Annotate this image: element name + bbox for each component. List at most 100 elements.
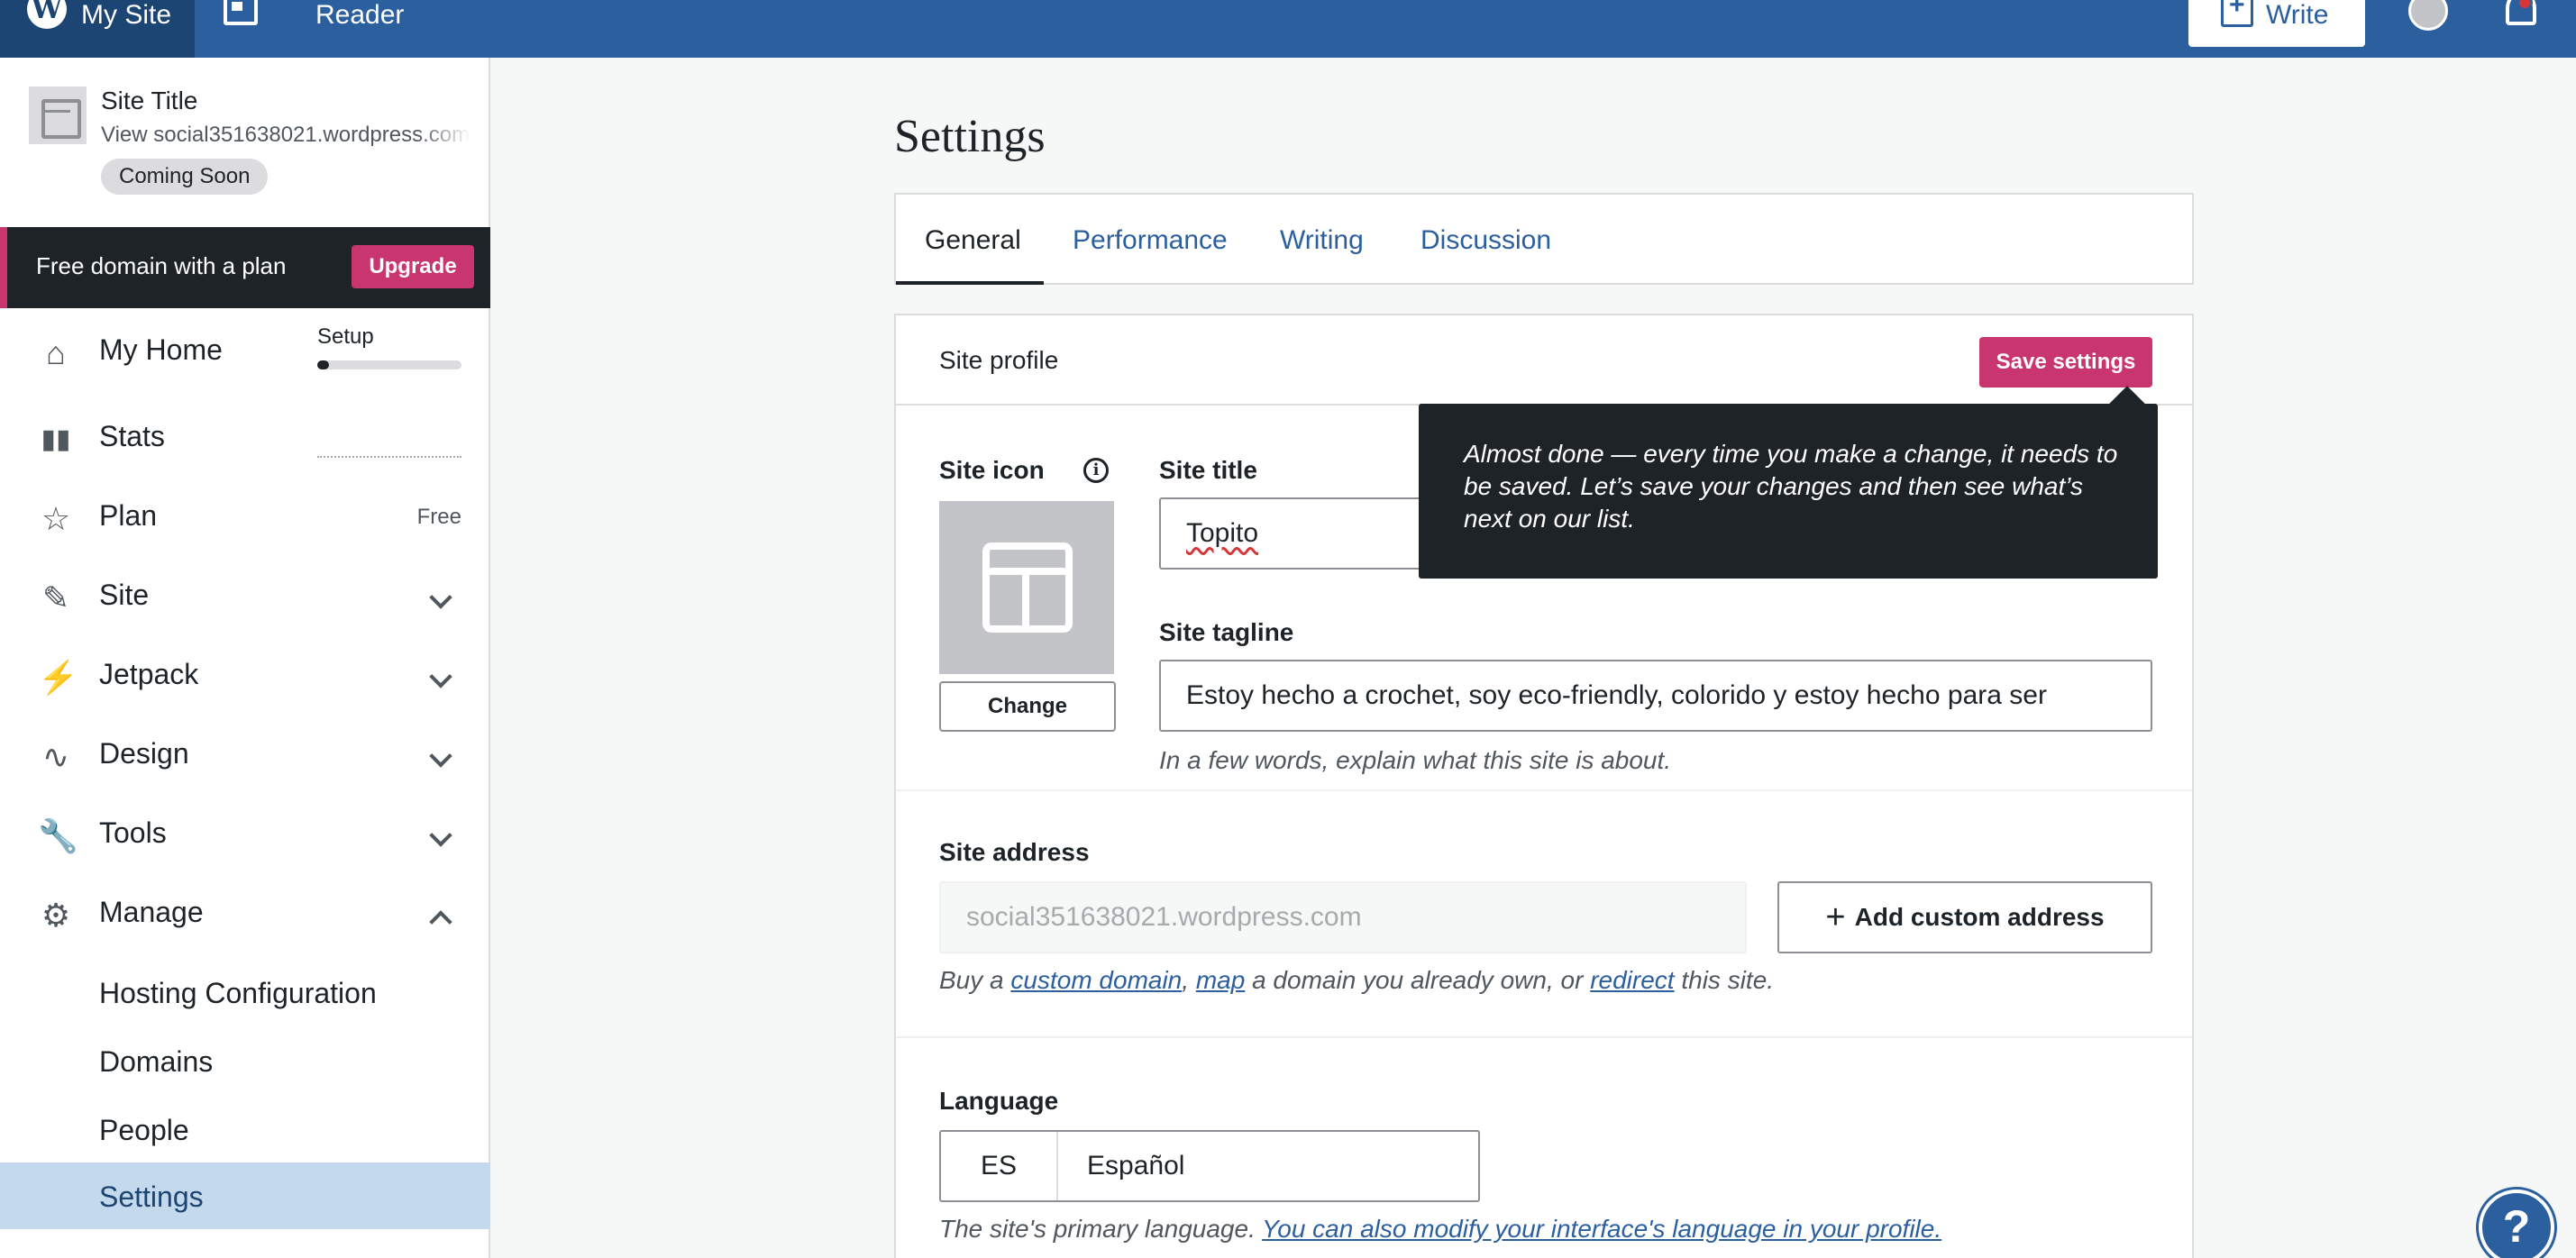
my-site-label: My Site bbox=[81, 0, 172, 30]
jetpack-icon: ⚡ bbox=[38, 659, 78, 696]
sidebar-subitem-hosting-configuration[interactable]: Hosting Configuration bbox=[0, 962, 490, 1022]
chevron-down-icon bbox=[429, 744, 452, 768]
card-header: Site profile Save settings bbox=[896, 315, 2192, 406]
profile-language-link[interactable]: You can also modify your interface's lan… bbox=[1262, 1215, 1941, 1243]
site-icon-preview bbox=[939, 501, 1114, 674]
masterbar: W My Site Reader Write bbox=[0, 0, 2576, 58]
sidebar-item-tools[interactable]: 🔧 Tools bbox=[0, 800, 490, 872]
sidebar-item-design[interactable]: ∿ Design bbox=[0, 721, 490, 793]
plus-icon: + bbox=[1825, 898, 1846, 936]
sidebar-subitem-people[interactable]: People bbox=[0, 1099, 490, 1159]
sidebar-item-label: Design bbox=[99, 737, 189, 770]
sidebar-item-plan[interactable]: ☆ Plan Free bbox=[0, 483, 490, 555]
site-address-input: social351638021.wordpress.com bbox=[939, 881, 1747, 953]
sidebar-item-site[interactable]: ✎ Site bbox=[0, 562, 490, 634]
sidebar: Site Title View social351638021.wordpres… bbox=[0, 58, 490, 1258]
sidebar-subitem-settings[interactable]: Settings bbox=[0, 1162, 490, 1229]
wrench-icon: 🔧 bbox=[38, 817, 78, 854]
address-help-text: Buy a bbox=[939, 966, 1011, 994]
change-icon-button[interactable]: Change bbox=[939, 681, 1116, 732]
page-title: Settings bbox=[894, 111, 1046, 162]
star-icon: ☆ bbox=[41, 500, 71, 537]
plan-badge: Free bbox=[416, 505, 461, 529]
chevron-up-icon bbox=[429, 910, 452, 934]
help-button[interactable]: ? bbox=[2479, 1190, 2554, 1258]
setup-progress-bar bbox=[317, 360, 461, 369]
site-icon-label: Site icon bbox=[939, 456, 1045, 484]
active-tab-indicator bbox=[896, 281, 1044, 285]
sidebar-item-jetpack[interactable]: ⚡ Jetpack bbox=[0, 642, 490, 714]
chevron-down-icon bbox=[429, 824, 452, 847]
site-title: Site Title bbox=[101, 87, 198, 114]
sidebar-item-manage[interactable]: ⚙ Manage bbox=[0, 880, 490, 952]
write-icon bbox=[2221, 0, 2253, 27]
card-title: Site profile bbox=[939, 346, 1059, 374]
setup-progress-fill bbox=[317, 360, 329, 369]
language-name: Español bbox=[1087, 1151, 1185, 1181]
sidebar-subitem-label: People bbox=[99, 1114, 189, 1146]
save-tooltip: Almost done — every time you make a chan… bbox=[1419, 404, 2158, 579]
avatar[interactable] bbox=[2408, 0, 2448, 31]
redirect-link[interactable]: redirect bbox=[1590, 966, 1674, 994]
tab-general[interactable]: General bbox=[925, 225, 1021, 256]
status-badge: Coming Soon bbox=[101, 159, 269, 195]
chevron-down-icon bbox=[429, 665, 452, 688]
language-help-text: The site's primary language. bbox=[939, 1215, 1263, 1243]
tab-discussion[interactable]: Discussion bbox=[1420, 225, 1551, 256]
stats-icon: ▮▮ bbox=[41, 424, 71, 454]
site-tagline-input[interactable]: Estoy hecho a crochet, soy eco-friendly,… bbox=[1159, 660, 2152, 732]
pencil-icon: ✎ bbox=[41, 579, 70, 616]
save-settings-button[interactable]: Save settings bbox=[1979, 337, 2152, 387]
tagline-help: In a few words, explain what this site i… bbox=[1159, 746, 1672, 774]
sidebar-item-label: Tools bbox=[99, 816, 167, 849]
reader-icon bbox=[224, 0, 258, 25]
sidebar-subitem-label: Domains bbox=[99, 1045, 214, 1078]
map-link[interactable]: map bbox=[1196, 966, 1245, 994]
tab-performance[interactable]: Performance bbox=[1073, 225, 1228, 256]
site-title-label: Site title bbox=[1159, 456, 1257, 484]
home-icon: ⌂ bbox=[46, 334, 66, 371]
sidebar-item-stats[interactable]: ▮▮ Stats bbox=[0, 404, 490, 476]
custom-domain-link[interactable]: custom domain bbox=[1010, 966, 1182, 994]
design-icon: ∿ bbox=[41, 738, 70, 775]
language-select[interactable]: ES Español bbox=[939, 1130, 1480, 1202]
language-help: The site's primary language. You can als… bbox=[939, 1215, 1941, 1244]
setup-progress: Setup bbox=[317, 324, 461, 369]
address-help-text: this site. bbox=[1674, 966, 1775, 994]
setup-label: Setup bbox=[317, 324, 374, 349]
divider bbox=[896, 789, 2192, 791]
tab-writing[interactable]: Writing bbox=[1280, 225, 1364, 256]
sidebar-subitem-label: Hosting Configuration bbox=[99, 977, 377, 1009]
language-code: ES bbox=[941, 1132, 1058, 1200]
info-icon[interactable]: i bbox=[1083, 458, 1109, 483]
tooltip-text: Almost done — every time you make a chan… bbox=[1464, 440, 2118, 533]
sidebar-item-label: My Home bbox=[99, 333, 223, 366]
add-custom-address-button[interactable]: + Add custom address bbox=[1777, 881, 2152, 953]
promo-text: Free domain with a plan bbox=[36, 252, 287, 279]
upgrade-button[interactable]: Upgrade bbox=[352, 245, 474, 288]
chevron-down-icon bbox=[429, 586, 452, 609]
sidebar-item-label: Jetpack bbox=[99, 658, 199, 690]
site-icon bbox=[29, 87, 87, 144]
language-label: Language bbox=[939, 1087, 1059, 1115]
write-button[interactable]: Write bbox=[2188, 0, 2365, 47]
my-site-button[interactable]: W My Site bbox=[0, 0, 195, 58]
sidebar-item-label: Plan bbox=[99, 499, 158, 532]
divider bbox=[896, 1036, 2192, 1038]
address-help: Buy a custom domain, map a domain you al… bbox=[939, 966, 1774, 995]
sidebar-item-my-home[interactable]: ⌂ My Home Setup bbox=[0, 317, 490, 389]
domain-promo: Free domain with a plan Upgrade bbox=[0, 227, 490, 308]
sidebar-item-label: Stats bbox=[99, 420, 165, 452]
gear-icon: ⚙ bbox=[41, 897, 71, 934]
address-help-text: , bbox=[1182, 966, 1196, 994]
sidebar-item-label: Manage bbox=[99, 896, 204, 928]
sidebar-item-label: Site bbox=[99, 579, 150, 611]
site-tagline-label: Site tagline bbox=[1159, 618, 1294, 646]
address-help-text: a domain you already own, or bbox=[1245, 966, 1591, 994]
site-url-link[interactable]: View social351638021.wordpress.com bbox=[101, 123, 470, 148]
site-address-label: Site address bbox=[939, 838, 1090, 866]
wordpress-logo-icon: W bbox=[27, 0, 67, 29]
sidebar-subitem-domains[interactable]: Domains bbox=[0, 1031, 490, 1090]
write-label: Write bbox=[2266, 0, 2329, 30]
add-custom-address-label: Add custom address bbox=[1854, 903, 2105, 931]
